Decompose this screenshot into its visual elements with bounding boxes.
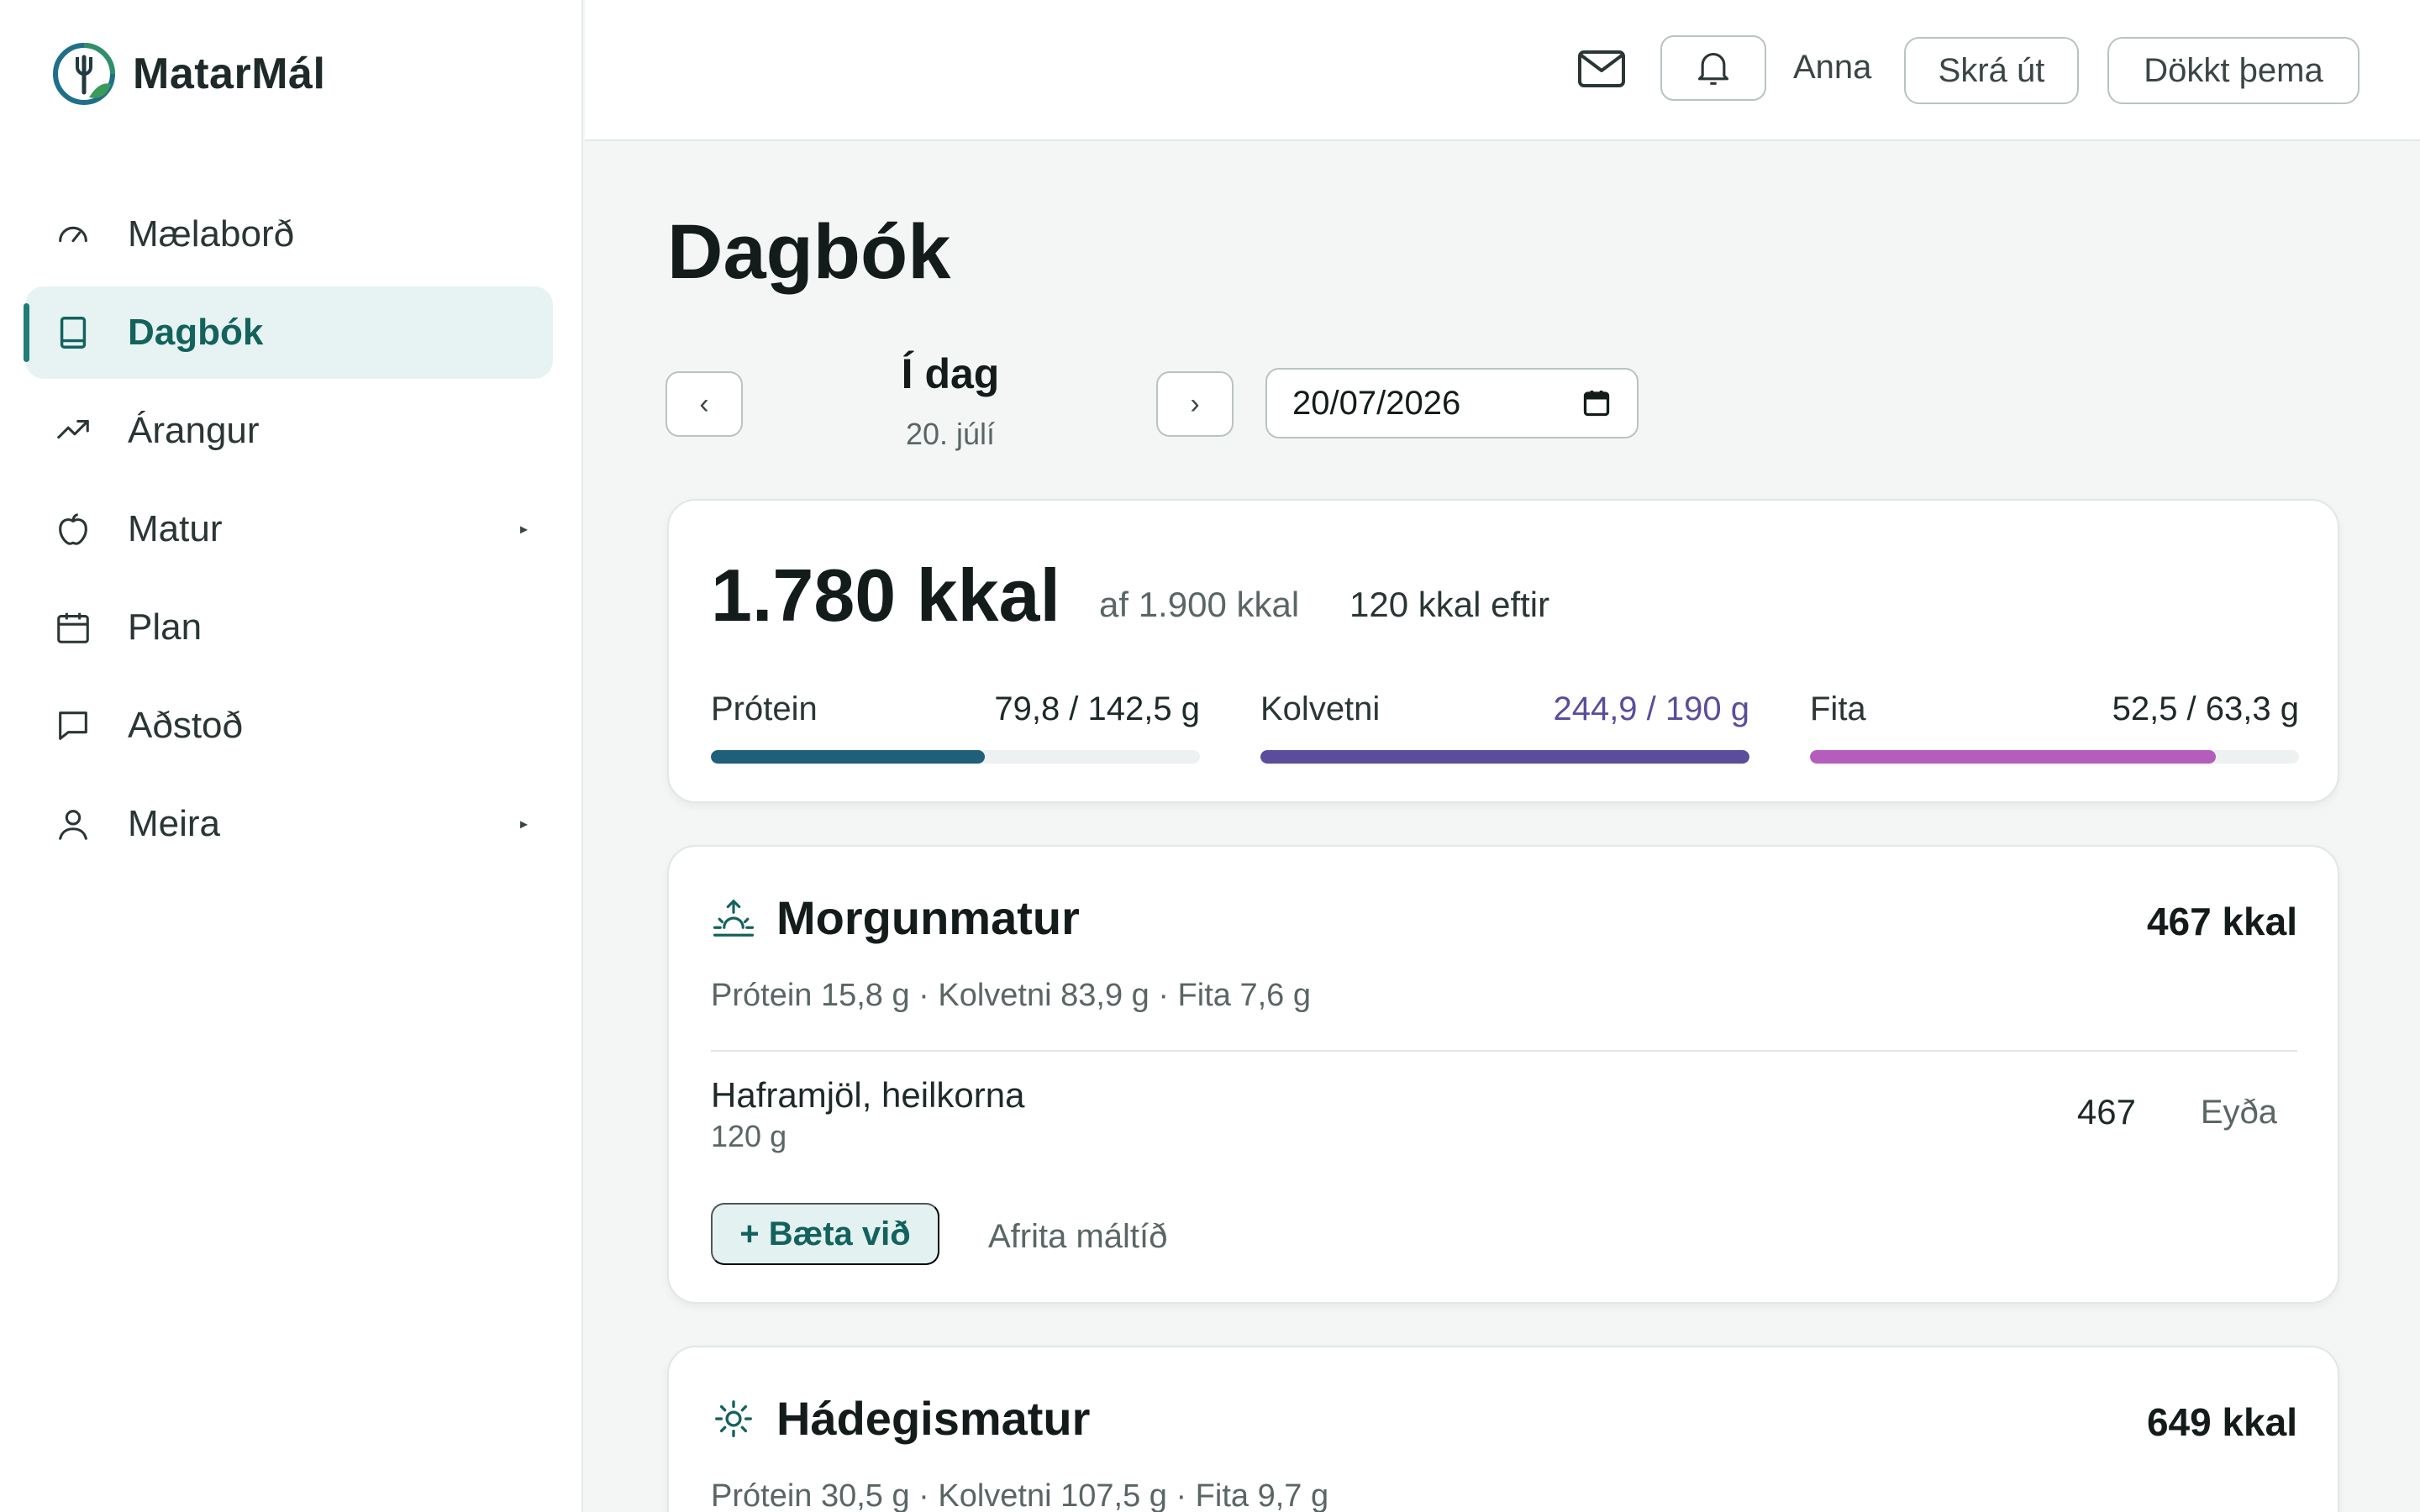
sidebar-item-label: Plan	[128, 606, 203, 648]
calories-remaining: 120 kkal eftir	[1349, 585, 1550, 624]
mail-icon[interactable]	[1576, 47, 1627, 91]
meal-title: Morgunmatur	[776, 891, 1080, 944]
submenu-caret-icon: ▸	[519, 520, 528, 538]
logout-button[interactable]: Skrá út	[1904, 37, 2079, 104]
gauge-icon	[52, 213, 94, 255]
add-food-button[interactable]: + Bæta við	[711, 1203, 939, 1265]
date-value: 20/07/2026	[1292, 384, 1461, 422]
topbar: Anna Skrá út Dökkt þema	[585, 0, 2420, 141]
brand[interactable]: MatarMál	[50, 39, 325, 109]
macro-fat: Fita 52,5 / 63,3 g	[1810, 690, 2299, 764]
day-label: Í dag	[901, 350, 1000, 397]
macro-protein: Prótein 79,8 / 142,5 g	[711, 690, 1200, 764]
chat-bubble-icon	[52, 705, 94, 747]
sidebar-item-label: Matur	[128, 508, 223, 549]
copy-meal-button[interactable]: Afrita máltíð	[988, 1218, 1167, 1256]
calories-consumed: 1.780 kkal	[711, 554, 1060, 637]
dark-theme-button[interactable]: Dökkt þema	[2107, 37, 2360, 104]
meal-macros: Prótein 15,8 g · Kolvetni 83,9 g · Fita …	[711, 978, 1311, 1013]
next-day-button[interactable]: ›	[1156, 371, 1234, 437]
sidebar-item-label: Meira	[128, 803, 221, 844]
calories-goal: af 1.900 kkal	[1099, 585, 1300, 624]
page-title: Dagbók	[667, 209, 951, 295]
submenu-caret-icon: ▸	[519, 815, 528, 832]
sidebar-item-label: Mælaborð	[128, 213, 295, 255]
bell-icon	[1697, 52, 1729, 85]
previous-day-button[interactable]: ‹	[666, 371, 743, 437]
food-item-calories: 467	[2076, 1092, 2136, 1131]
brand-name: MatarMál	[133, 50, 326, 98]
macro-progress-fill	[1260, 750, 1749, 764]
sidebar-nav: Mælaborð Dagbók Árangur Matur ▸ Plan Aðs…	[24, 188, 553, 876]
macro-progress-bar	[1260, 750, 1749, 764]
daily-summary-card: 1.780 kkal af 1.900 kkal 120 kkal eftir …	[667, 499, 2339, 803]
user-icon	[52, 803, 94, 845]
calendar-icon[interactable]	[1581, 388, 1612, 418]
user-name[interactable]: Anna	[1793, 49, 1871, 87]
food-item-name[interactable]: Haframjöl, heilkorna	[711, 1075, 1025, 1116]
calendar-icon	[52, 606, 94, 648]
sidebar-item-label: Árangur	[128, 410, 260, 451]
meal-card-lunch: Hádegismatur 649 kkal Prótein 30,5 g · K…	[667, 1346, 2339, 1512]
macro-progress-fill	[711, 750, 985, 764]
sidebar-item-plan[interactable]: Plan	[25, 581, 553, 674]
day-date-label: 20. júlí	[905, 417, 996, 451]
trend-up-icon	[52, 410, 94, 452]
sidebar-item-more[interactable]: Meira ▸	[25, 778, 553, 870]
sidebar-item-diary[interactable]: Dagbók	[24, 286, 553, 379]
sidebar-item-label: Aðstoð	[128, 705, 243, 746]
macro-progress-bar	[1810, 750, 2299, 764]
divider	[711, 1050, 2297, 1052]
meal-calories: 649 kkal	[2146, 1400, 2297, 1444]
delete-food-button[interactable]: Eyða	[2201, 1094, 2277, 1131]
sidebar-item-progress[interactable]: Árangur	[25, 385, 553, 477]
sidebar-item-food[interactable]: Matur ▸	[25, 483, 553, 575]
macro-carbs: Kolvetni 244,9 / 190 g	[1260, 690, 1749, 764]
sidebar: MatarMál Mælaborð Dagbók Árangur Matur ▸…	[0, 0, 583, 1512]
meal-calories: 467 kkal	[2146, 900, 2297, 943]
macro-progress-bar	[711, 750, 1200, 764]
macro-value: 79,8 / 142,5 g	[994, 690, 1200, 727]
notifications-button[interactable]	[1660, 35, 1766, 101]
macro-label: Fita	[1810, 690, 1866, 727]
meal-header: Morgunmatur	[711, 890, 1080, 945]
apple-icon	[52, 508, 94, 550]
sunrise-icon	[713, 899, 755, 937]
sidebar-item-label: Dagbók	[128, 312, 264, 353]
macro-progress-fill	[1810, 750, 2217, 764]
meal-card-breakfast: Morgunmatur 467 kkal Prótein 15,8 g · Ko…	[667, 845, 2339, 1304]
meal-title: Hádegismatur	[776, 1392, 1091, 1445]
sun-icon	[715, 1399, 752, 1437]
macro-label: Prótein	[711, 690, 818, 727]
brand-logo-icon	[53, 43, 115, 105]
macro-value: 244,9 / 190 g	[1553, 690, 1749, 727]
book-icon	[52, 312, 94, 354]
meal-macros: Prótein 30,5 g · Kolvetni 107,5 g · Fita…	[711, 1478, 1329, 1512]
date-picker-input[interactable]: 20/07/2026	[1265, 368, 1639, 438]
sidebar-item-help[interactable]: Aðstoð	[25, 680, 553, 772]
meal-header: Hádegismatur	[711, 1391, 1090, 1446]
sidebar-item-dashboard[interactable]: Mælaborð	[25, 188, 553, 281]
food-item-quantity: 120 g	[711, 1119, 787, 1153]
macro-value: 52,5 / 63,3 g	[2112, 690, 2299, 727]
macro-label: Kolvetni	[1260, 690, 1381, 727]
